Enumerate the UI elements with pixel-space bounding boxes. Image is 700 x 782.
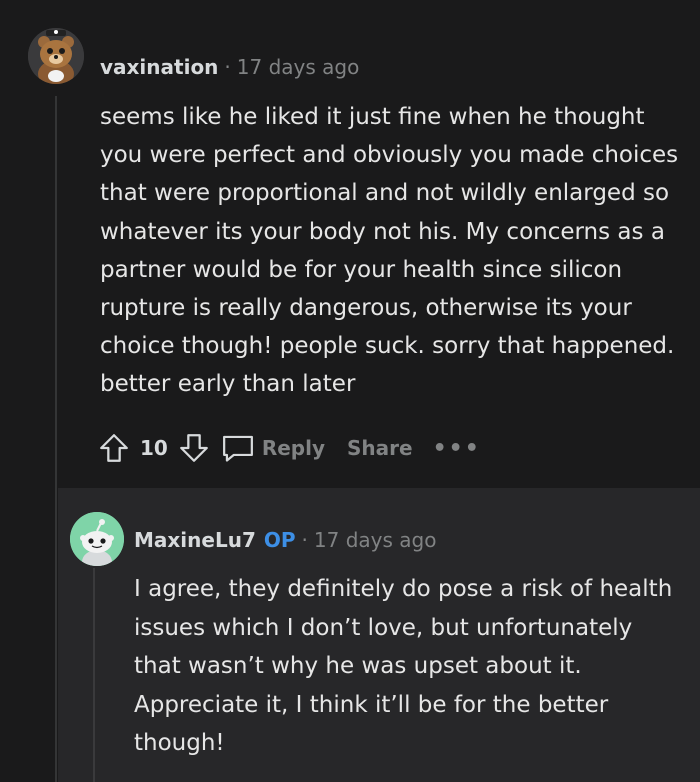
reply-comment: MaxineLu7 OP · 17 days ago I agree, they de… [58, 488, 700, 782]
share-label: Share [347, 436, 413, 460]
username[interactable]: vaxination [100, 55, 218, 79]
avatar[interactable] [28, 28, 84, 84]
avatar[interactable] [70, 512, 124, 566]
more-options-button[interactable]: ••• [433, 436, 481, 461]
reply-label: Reply [261, 436, 326, 460]
reply-button[interactable]: Reply [220, 430, 325, 466]
comment-meta: vaxination · 17 days ago [100, 53, 359, 81]
downvote-icon[interactable] [176, 430, 212, 466]
thread-line[interactable] [93, 568, 95, 782]
comment: vaxination · 17 days ago seems like he lik… [0, 0, 700, 488]
comment-body: I agree, they definitely do pose a risk … [134, 570, 684, 763]
upvote-icon[interactable] [96, 430, 132, 466]
comment-meta: MaxineLu7 OP · 17 days ago [134, 526, 436, 554]
comment-body: seems like he liked it just fine when he… [100, 98, 680, 404]
timestamp[interactable]: 17 days ago [237, 55, 360, 79]
comment-actions: 10 Reply Share ••• [96, 426, 481, 470]
share-button[interactable]: Share [347, 436, 413, 460]
timestamp[interactable]: 17 days ago [314, 528, 437, 552]
default-snoo-avatar-icon [70, 512, 124, 566]
comment-text: I agree, they definitely do pose a risk … [134, 576, 673, 757]
username[interactable]: MaxineLu7 [134, 528, 256, 552]
vote-count: 10 [140, 436, 168, 460]
separator-dot: · [301, 528, 308, 552]
separator-dot: · [224, 55, 231, 79]
op-badge: OP [263, 528, 296, 552]
comment-text: seems like he liked it just fine when he… [100, 104, 679, 398]
comment-bubble-icon [220, 430, 256, 466]
bear-snoo-avatar-icon [28, 28, 84, 84]
